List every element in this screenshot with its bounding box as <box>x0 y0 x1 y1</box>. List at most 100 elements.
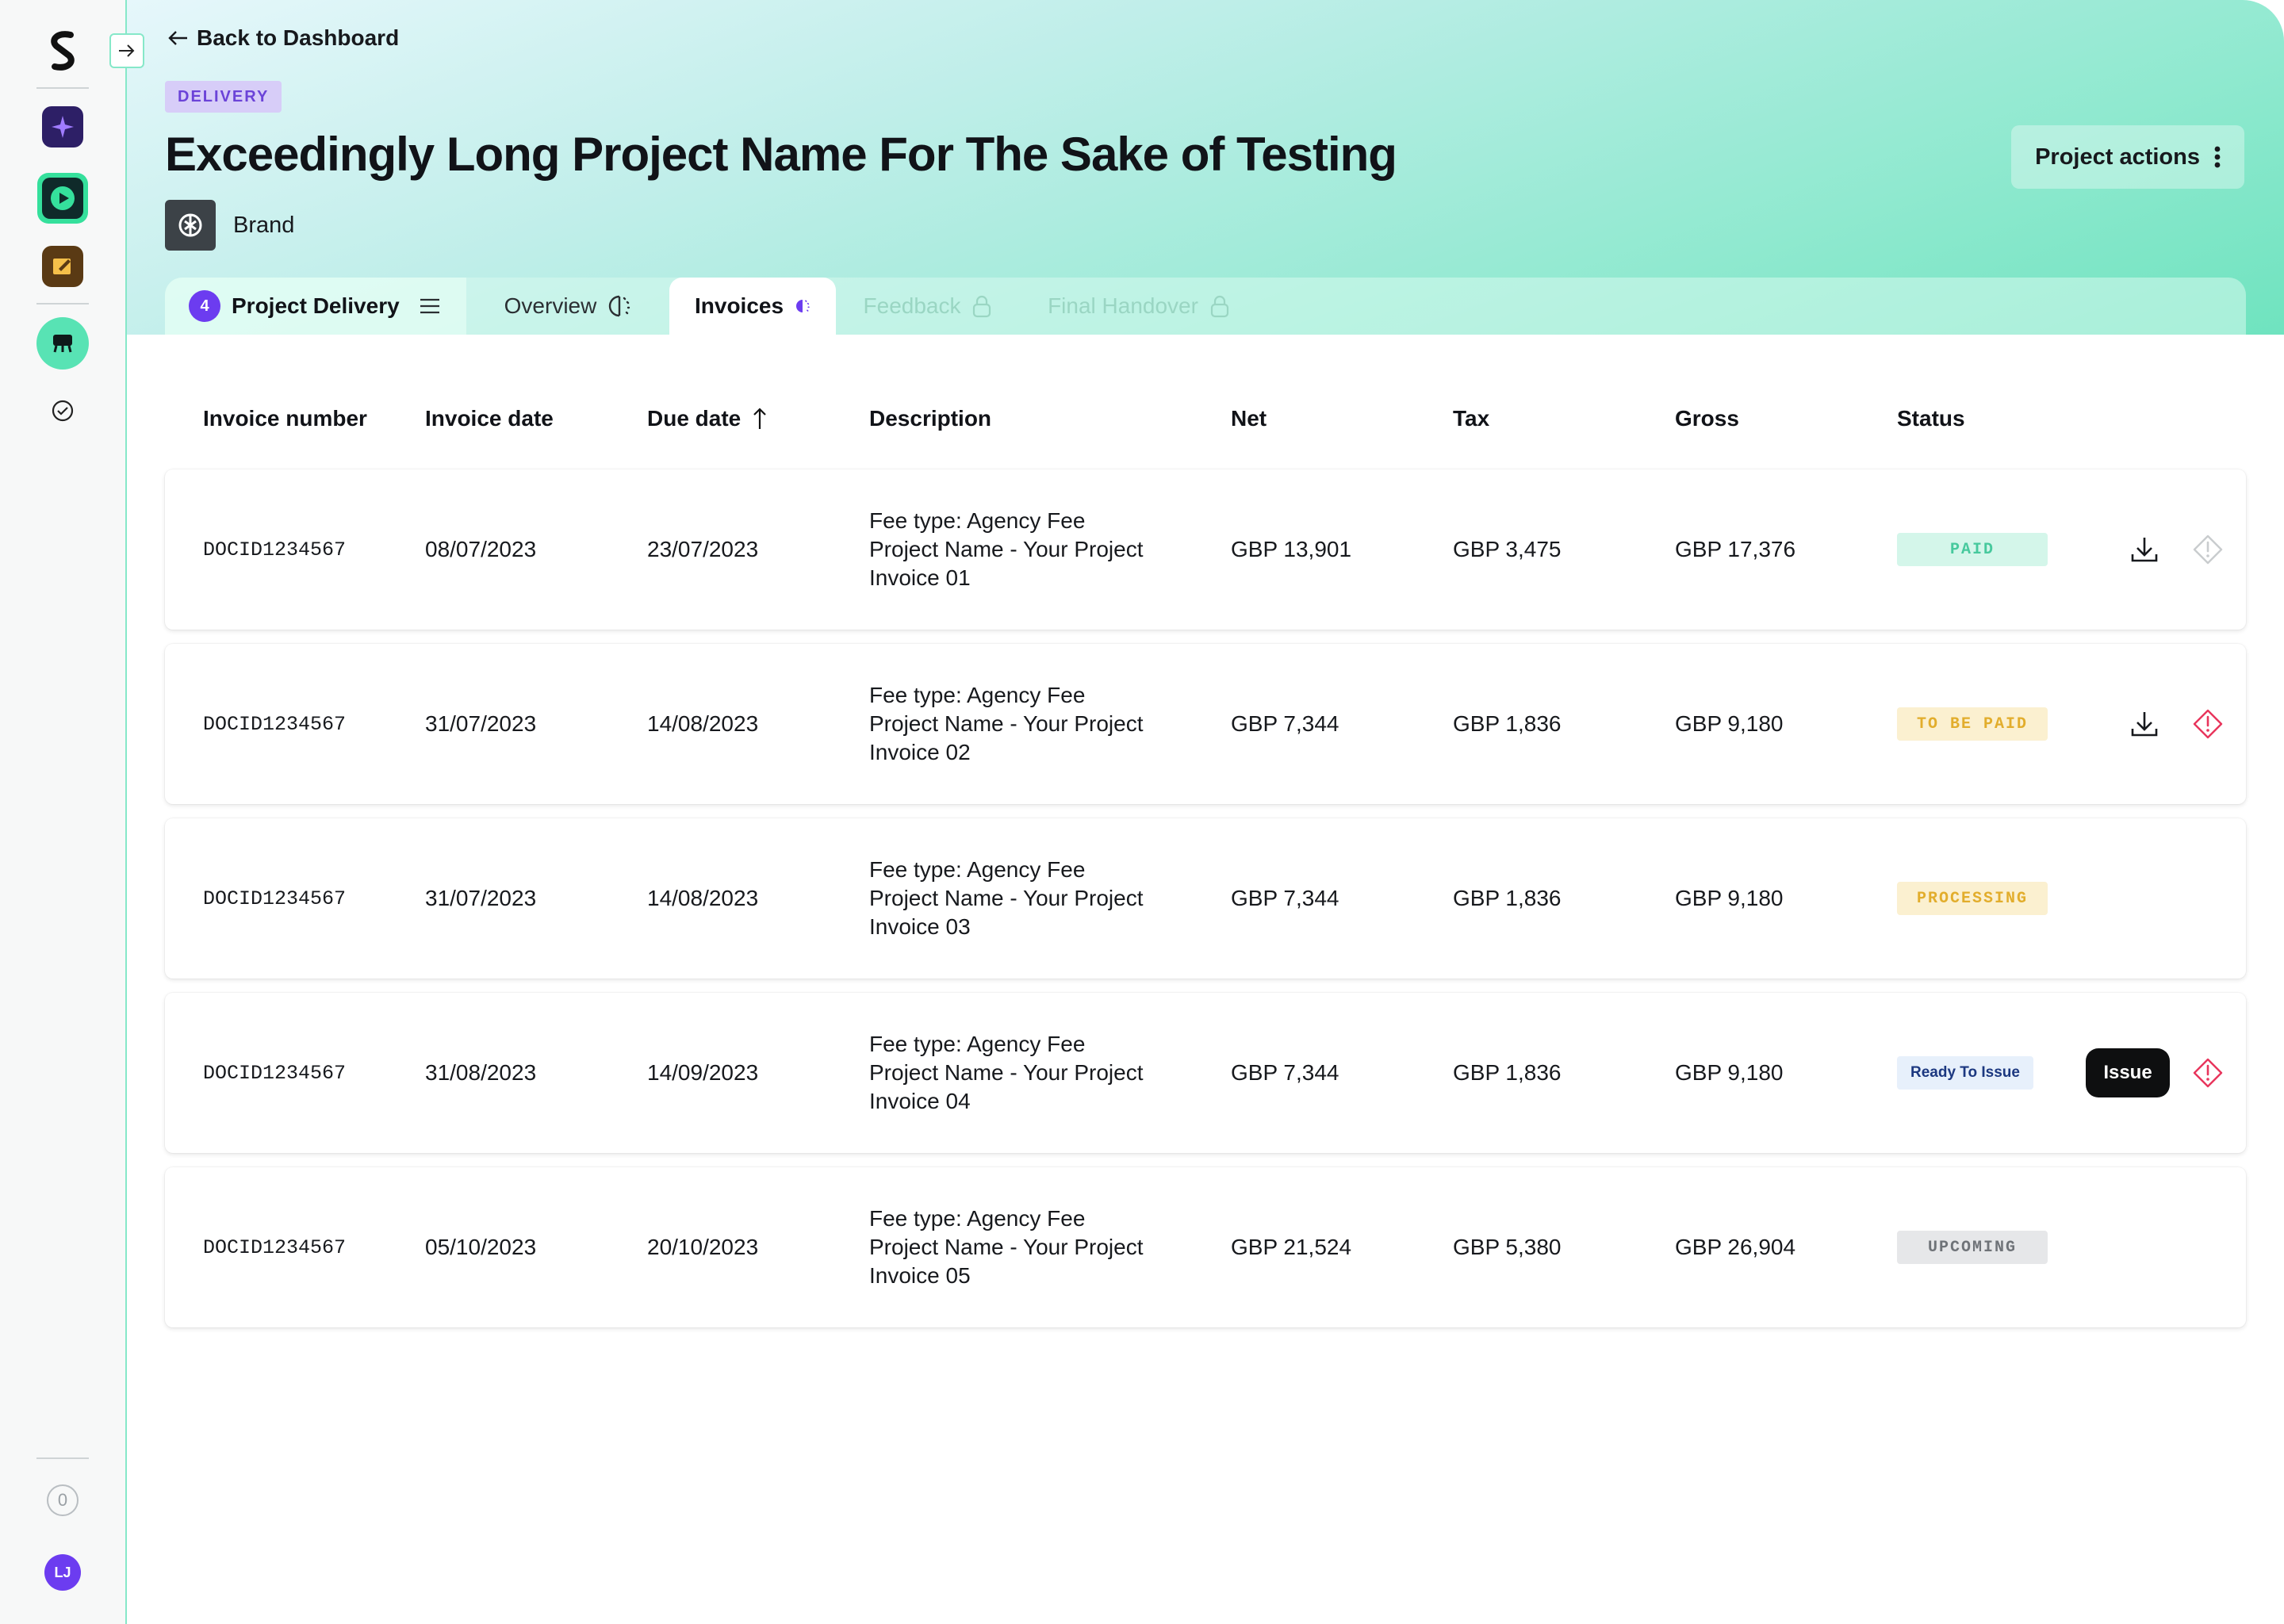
issue-button[interactable]: Issue <box>2086 1048 2170 1097</box>
gross-amount: GBP 9,180 <box>1675 711 1784 736</box>
page-title: Exceedingly Long Project Name For The Sa… <box>165 128 1397 181</box>
download-icon[interactable] <box>2125 530 2163 569</box>
back-label: Back to Dashboard <box>197 25 400 50</box>
tax-amount: GBP 1,836 <box>1453 1060 1562 1085</box>
back-to-dashboard-link[interactable]: Back to Dashboard <box>167 25 399 51</box>
menu-icon <box>420 298 439 314</box>
lock-icon <box>973 295 991 318</box>
user-avatar[interactable]: LJ <box>44 1554 81 1591</box>
alert-icon[interactable] <box>2189 530 2227 569</box>
table-row[interactable]: DOCID1234567 31/07/2023 14/08/2023 Fee t… <box>165 818 2246 979</box>
description: Fee type: Agency Fee Project Name - Your… <box>869 993 1144 1153</box>
description-line: Project Name - Your Project <box>869 886 1144 910</box>
description: Fee type: Agency Fee Project Name - Your… <box>869 469 1144 630</box>
net-amount: GBP 7,344 <box>1231 1060 1339 1085</box>
alert-icon[interactable] <box>2189 705 2227 743</box>
sidebar-expand-button[interactable] <box>109 33 144 68</box>
tab-feedback[interactable]: Feedback <box>836 278 1020 335</box>
sidebar-divider <box>36 303 89 304</box>
column-header[interactable]: Invoice date <box>425 406 554 431</box>
description-line: Fee type: Agency Fee <box>869 683 1086 707</box>
sidebar-app-sparkle[interactable] <box>42 106 83 147</box>
tax-amount: GBP 1,836 <box>1453 711 1562 736</box>
description: Fee type: Agency Fee Project Name - Your… <box>869 818 1144 979</box>
tab-label: Overview <box>504 293 597 318</box>
sidebar-divider <box>36 1457 89 1459</box>
sort-ascending-icon <box>753 408 767 429</box>
tab-overview[interactable]: Overview <box>466 278 669 335</box>
alert-icon[interactable] <box>2189 1054 2227 1092</box>
status-badge: PAID <box>1897 533 2048 566</box>
tab-invoices[interactable]: Invoices <box>669 278 836 335</box>
gross-amount: GBP 9,180 <box>1675 886 1784 910</box>
due-date: 23/07/2023 <box>647 537 759 561</box>
arrow-right-icon <box>119 44 135 57</box>
description-line: Fee type: Agency Fee <box>869 1206 1086 1231</box>
description-line: Fee type: Agency Fee <box>869 857 1086 882</box>
more-vertical-icon <box>2214 146 2221 168</box>
tab-label: Final Handover <box>1048 293 1198 318</box>
tab-label: Invoices <box>695 293 784 318</box>
progress-ring-icon <box>609 295 630 317</box>
column-header[interactable]: Net <box>1231 406 1267 431</box>
due-date: 20/10/2023 <box>647 1235 759 1259</box>
tab-label: Feedback <box>863 293 961 318</box>
tax-amount: GBP 3,475 <box>1453 537 1562 561</box>
play-icon <box>51 186 75 210</box>
description-line: Project Name - Your Project <box>869 1235 1144 1259</box>
invoice-date: 31/07/2023 <box>425 886 537 910</box>
invoice-number: DOCID1234567 <box>203 887 347 910</box>
sidebar-divider <box>36 87 89 89</box>
description-line: Fee type: Agency Fee <box>869 1032 1086 1056</box>
tab-project-delivery[interactable]: 4 Project Delivery <box>165 278 466 335</box>
invoice-date: 31/07/2023 <box>425 711 537 736</box>
app-logo-icon[interactable] <box>40 29 85 73</box>
sidebar-app-play[interactable] <box>37 173 88 224</box>
invoice-date: 31/08/2023 <box>425 1060 537 1085</box>
brand-info[interactable]: Brand <box>165 200 294 251</box>
column-header[interactable]: Invoice number <box>203 406 367 431</box>
description: Fee type: Agency Fee Project Name - Your… <box>869 644 1144 804</box>
sidebar-app-delivery[interactable] <box>36 317 89 370</box>
column-header[interactable]: Gross <box>1675 406 1739 431</box>
sidebar-app-notes[interactable] <box>42 246 83 287</box>
description-line: Project Name - Your Project <box>869 711 1144 736</box>
gross-amount: GBP 9,180 <box>1675 1060 1784 1085</box>
project-actions-button[interactable]: Project actions <box>2011 125 2244 189</box>
column-header[interactable]: Description <box>869 406 991 431</box>
tax-amount: GBP 1,836 <box>1453 886 1562 910</box>
net-amount: GBP 7,344 <box>1231 886 1339 910</box>
description-line: Invoice 05 <box>869 1263 971 1288</box>
column-header-label: Due date <box>647 406 742 431</box>
progress-ring-icon <box>796 300 810 312</box>
column-header-due-date[interactable]: Due date <box>647 406 768 431</box>
description-line: Invoice 01 <box>869 565 971 590</box>
table-row[interactable]: DOCID1234567 31/07/2023 14/08/2023 Fee t… <box>165 644 2246 804</box>
brand-logo-icon <box>165 200 216 251</box>
table-row[interactable]: DOCID1234567 31/08/2023 14/09/2023 Fee t… <box>165 993 2246 1153</box>
description-line: Invoice 03 <box>869 914 971 939</box>
tab-final-handover[interactable]: Final Handover <box>1020 278 1258 335</box>
table-row[interactable]: DOCID1234567 08/07/2023 23/07/2023 Fee t… <box>165 469 2246 630</box>
invoice-number: DOCID1234567 <box>203 1061 347 1085</box>
status-badge: TO BE PAID <box>1897 707 2048 741</box>
lock-icon <box>1210 295 1229 318</box>
net-amount: GBP 7,344 <box>1231 711 1339 736</box>
gross-amount: GBP 26,904 <box>1675 1235 1796 1259</box>
notification-count[interactable]: 0 <box>47 1484 79 1516</box>
description: Fee type: Agency Fee Project Name - Your… <box>869 1167 1144 1327</box>
description-line: Invoice 04 <box>869 1089 971 1113</box>
description-line: Invoice 02 <box>869 740 971 764</box>
download-icon[interactable] <box>2125 705 2163 743</box>
sparkle-icon <box>52 116 74 138</box>
column-header[interactable]: Tax <box>1453 406 1489 431</box>
tasks-check-icon[interactable] <box>48 396 77 425</box>
note-edit-icon <box>53 259 71 274</box>
delivery-icon <box>53 335 72 353</box>
invoice-table-header: Invoice number Invoice date Due date Des… <box>165 406 2246 441</box>
due-date: 14/08/2023 <box>647 711 759 736</box>
table-row[interactable]: DOCID1234567 05/10/2023 20/10/2023 Fee t… <box>165 1167 2246 1327</box>
column-header[interactable]: Status <box>1897 406 1965 431</box>
brand-name: Brand <box>233 212 295 238</box>
invoice-date: 05/10/2023 <box>425 1235 537 1259</box>
